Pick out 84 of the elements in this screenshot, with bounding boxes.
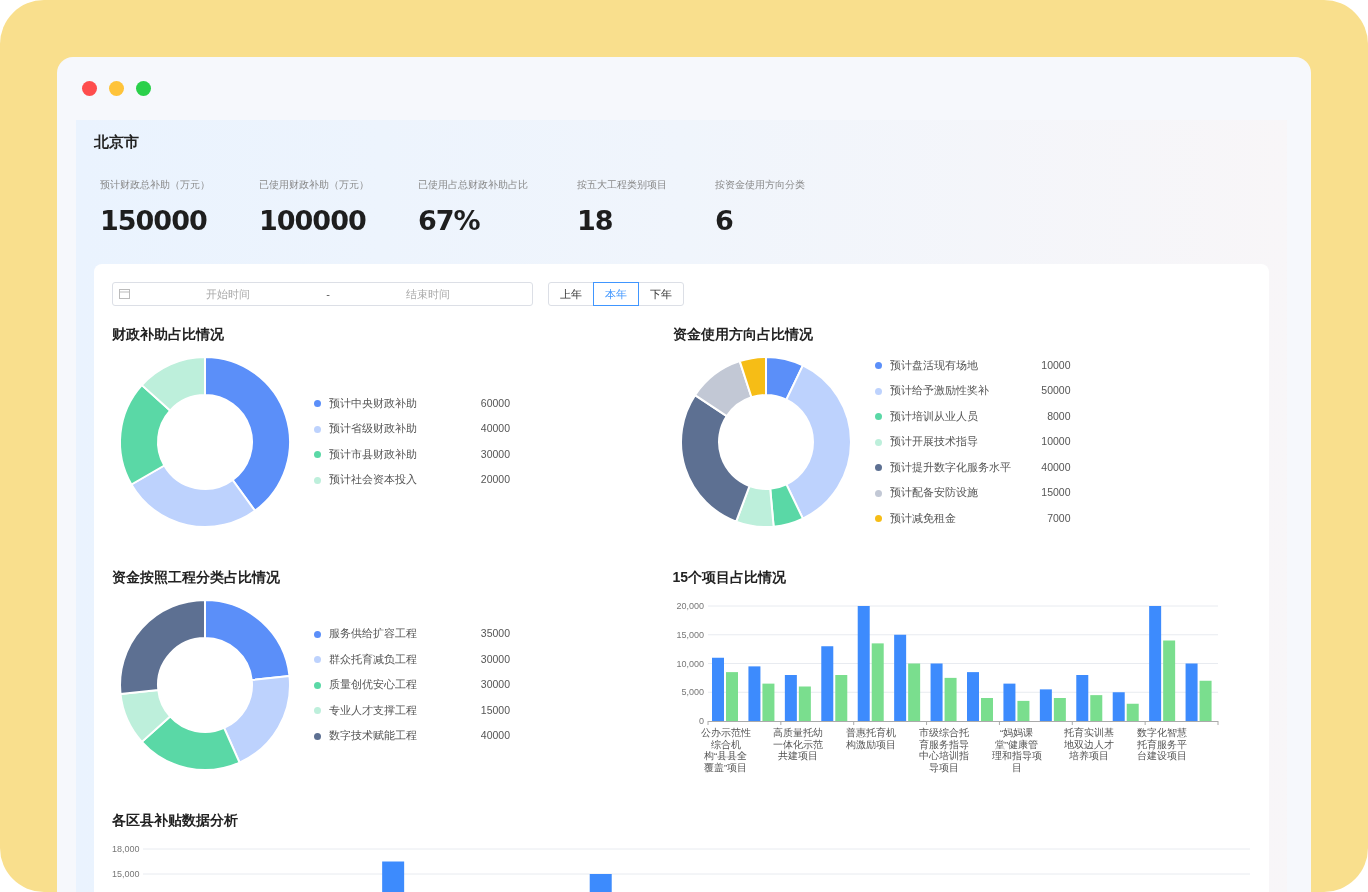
stat-value: 6 <box>715 204 734 238</box>
legend-label: 群众托育减负工程 <box>329 651 418 667</box>
axis-tick-label: 15,000 <box>675 629 704 640</box>
legend-label: 专业人才支撑工程 <box>329 702 418 718</box>
stat-label: 按资金使用方向分类 <box>715 178 806 192</box>
bar <box>382 861 405 892</box>
legend-value: 60000 <box>480 395 510 411</box>
legend-label: 预计给予激励性奖补 <box>889 383 990 399</box>
legend-value: 10000 <box>1041 357 1071 373</box>
legend-label: 预计社会资本投入 <box>329 472 418 488</box>
bar <box>784 675 797 721</box>
stat-value: 150000 <box>100 204 208 238</box>
axis-tick-label: 15,000 <box>112 869 140 879</box>
section-title: 资金按照工程分类占比情况 <box>112 568 281 587</box>
legend-label: 预计中央财政补助 <box>329 395 418 411</box>
bar <box>930 663 943 721</box>
minimize-window-icon[interactable] <box>109 81 124 96</box>
end-date-placeholder: 结束时间 <box>404 286 451 302</box>
axis-category-label: 普惠托育机构激励项目 <box>845 727 898 750</box>
section-title: 资金使用方向占比情况 <box>672 325 814 344</box>
maximize-window-icon[interactable] <box>136 81 151 96</box>
axis-tick-label: 10,000 <box>675 658 704 669</box>
section-title: 财政补助占比情况 <box>112 325 225 344</box>
bar <box>1039 689 1052 721</box>
start-date-placeholder: 开始时间 <box>205 286 252 302</box>
legend-value: 30000 <box>480 677 510 693</box>
close-window-icon[interactable] <box>82 81 97 96</box>
axis-category-label: 高质量托幼一体化示范共建项目 <box>772 727 825 762</box>
bar <box>1185 663 1198 721</box>
legend-label: 数字技术赋能工程 <box>329 728 418 744</box>
bar <box>725 672 738 721</box>
axis-category-label: 市级综合托育服务指导中心培训指导项目 <box>917 727 970 773</box>
axis-tick-label: 5,000 <box>680 687 704 698</box>
axis-category-label: 公办示范性综合机构“县县全覆盖”项目 <box>699 727 752 773</box>
range-separator: - <box>326 286 330 302</box>
stat-label: 预计财政总补助（万元） <box>100 178 211 192</box>
legend-label: 预计盘活现有场地 <box>889 357 979 373</box>
axis-tick-label: 18,000 <box>112 844 140 854</box>
bar <box>711 657 724 721</box>
stat-value: 18 <box>577 204 614 238</box>
legend-label: 预计省级财政补助 <box>329 421 418 437</box>
bar <box>1199 680 1212 721</box>
legend-label: 预计提升数字化服务水平 <box>889 459 1012 475</box>
axis-category-label: “妈妈课堂”健康管理和指导项目 <box>990 727 1043 773</box>
legend-value: 40000 <box>480 728 510 744</box>
axis-category-label: 托育实训基地双边人才培养项目 <box>1063 727 1116 762</box>
section-title: 15个项目占比情况 <box>672 568 788 587</box>
legend-value: 40000 <box>1041 459 1071 475</box>
section-title: 各区县补贴数据分析 <box>112 811 239 830</box>
bar <box>944 677 957 721</box>
legend-label: 预计开展技术指导 <box>889 434 979 450</box>
stat-label: 已使用财政补助（万元） <box>259 178 370 192</box>
region-title: 北京市 <box>94 132 140 152</box>
axis-category-label: 数字化智慧托育服务平台建设项目 <box>1136 727 1189 762</box>
calendar-icon <box>119 289 130 299</box>
legend-label: 质量创优安心工程 <box>329 677 418 693</box>
bar <box>798 686 811 721</box>
year-tab[interactable]: 上年 <box>548 282 594 306</box>
legend-value: 10000 <box>1041 434 1071 450</box>
legend-value: 40000 <box>480 421 510 437</box>
axis-tick-label: 20,000 <box>675 601 704 611</box>
legend-value: 15000 <box>480 702 510 718</box>
legend-value: 50000 <box>1041 383 1071 399</box>
stat-value: 100000 <box>259 204 367 238</box>
legend-label: 预计配备安防设施 <box>889 485 979 501</box>
bar <box>1053 698 1066 721</box>
legend-label: 服务供给扩容工程 <box>329 626 418 642</box>
stat-label: 按五大工程类别项目 <box>577 178 668 192</box>
legend-value: 35000 <box>480 626 510 642</box>
legend-value: 15000 <box>1041 485 1071 501</box>
year-tab[interactable]: 下年 <box>638 282 684 306</box>
legend-label: 预计培训从业人员 <box>889 408 979 424</box>
legend-label: 预计市县财政补助 <box>329 446 418 462</box>
axis-tick-label: 0 <box>698 716 704 726</box>
legend-value: 7000 <box>1047 510 1071 526</box>
legend-value: 30000 <box>480 446 510 462</box>
legend-value: 20000 <box>480 472 510 488</box>
stat-label: 已使用占总财政补助占比 <box>418 178 529 192</box>
stat-value: 67% <box>418 204 481 238</box>
bar <box>589 874 612 892</box>
legend-value: 30000 <box>480 651 510 667</box>
legend-value: 8000 <box>1047 408 1071 424</box>
date-range-field[interactable]: 开始时间 - 结束时间 <box>112 282 533 306</box>
legend-label: 预计减免租金 <box>889 510 957 526</box>
